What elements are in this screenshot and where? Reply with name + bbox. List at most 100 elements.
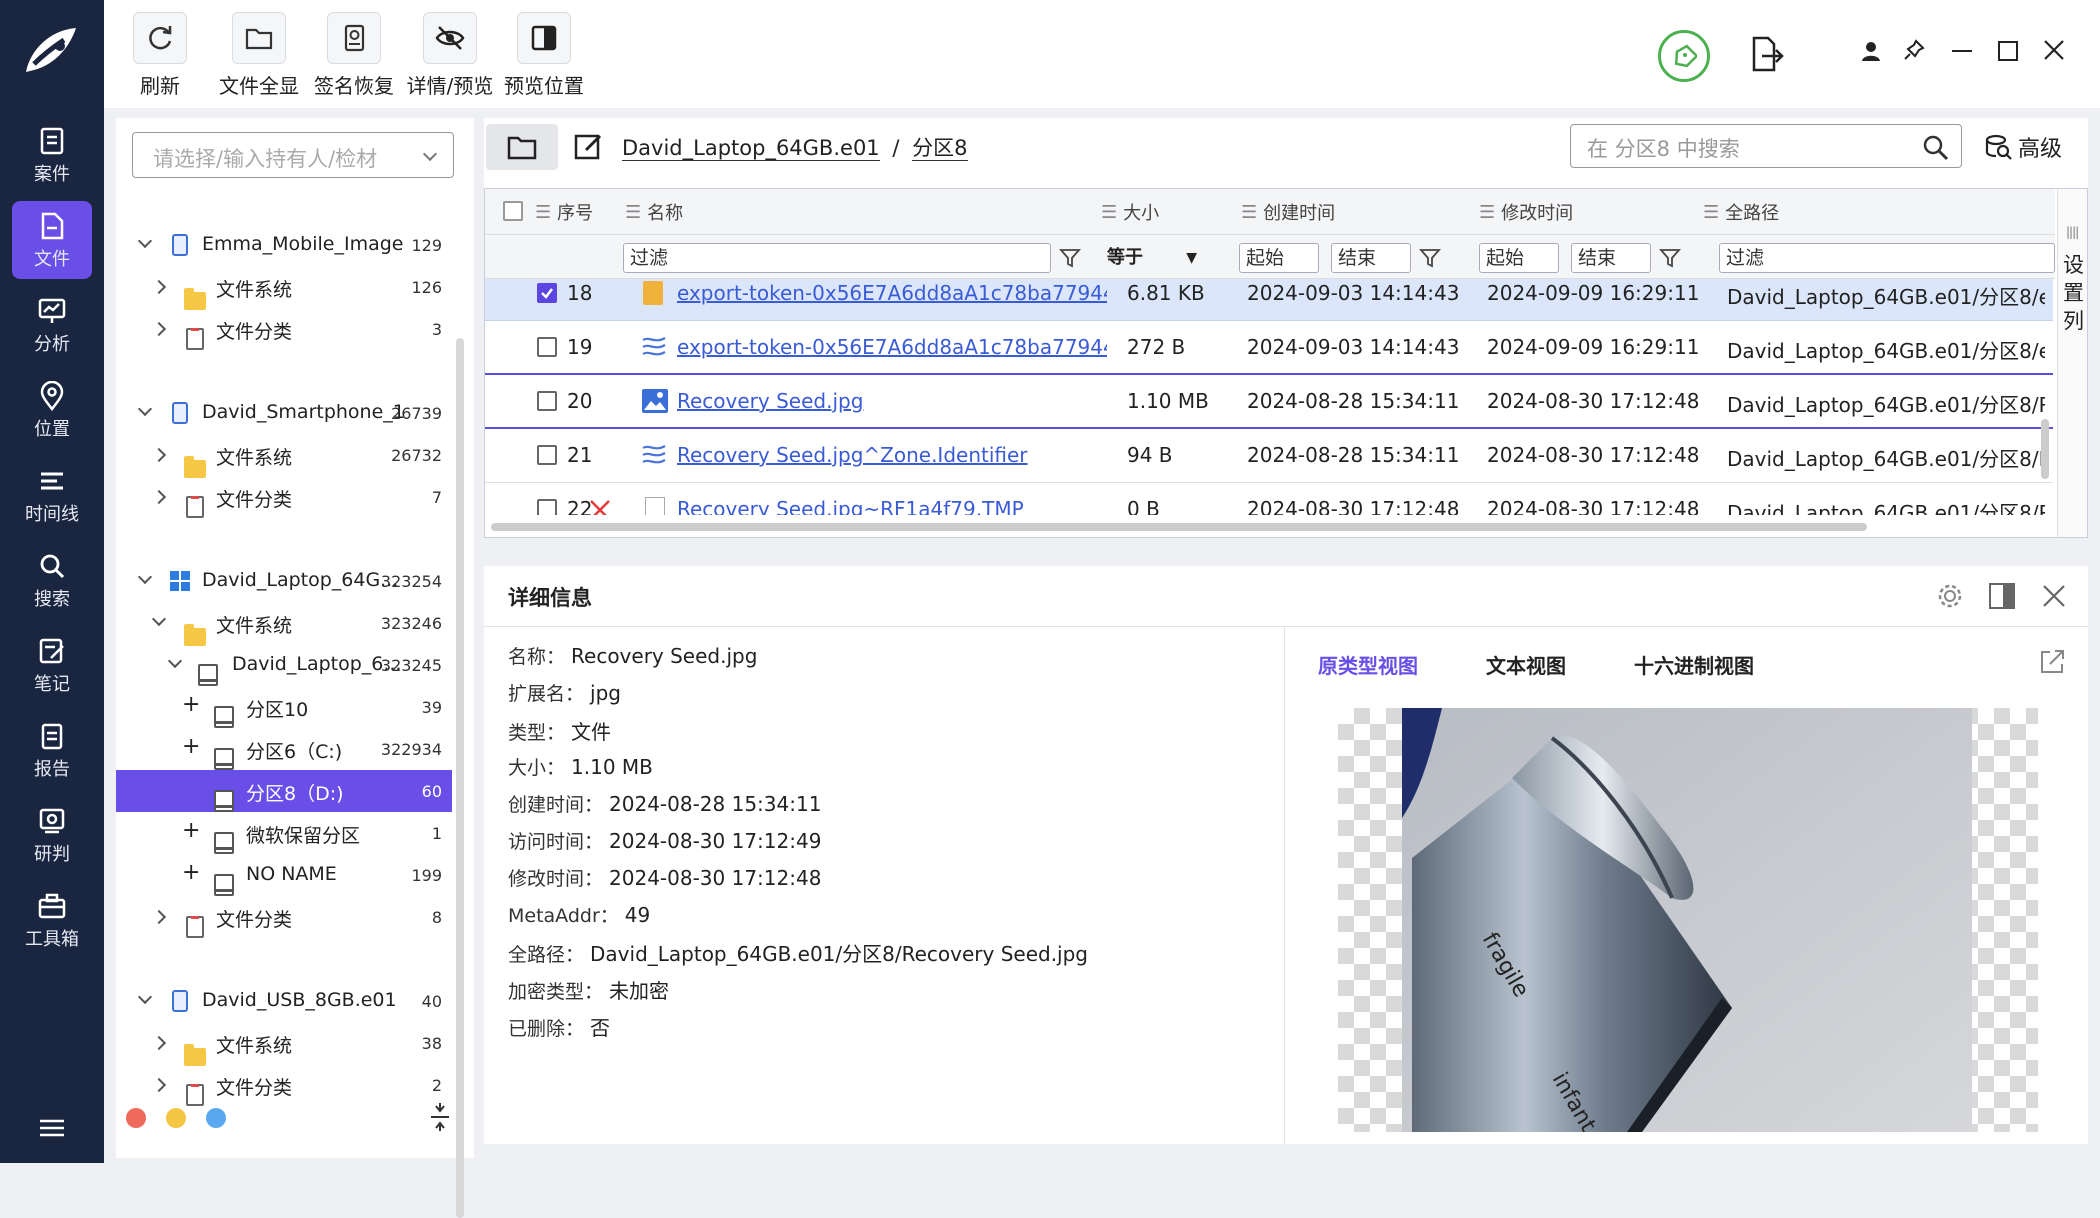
open-external-icon[interactable] <box>2038 648 2066 676</box>
timeline-icon <box>41 472 63 490</box>
tree-item-emma-mobile[interactable]: Emma_Mobile_Image 129 <box>116 224 452 266</box>
tree-item-partition10[interactable]: + 分区10 39 <box>116 686 452 728</box>
tab-native-view[interactable]: 原类型视图 <box>1318 650 1418 679</box>
user-icon[interactable] <box>1860 40 1882 62</box>
tree-item-partition6[interactable]: + 分区6（C:) 322934 <box>116 728 452 770</box>
tree-item-label: 文件系统 <box>216 1035 293 1057</box>
nav-case[interactable]: 案件 <box>12 116 92 194</box>
advanced-search-button[interactable]: 高级 <box>1984 130 2062 164</box>
row-name[interactable]: Recovery Seed.jpg^Zone.Identifier <box>677 443 1107 467</box>
created-start-input[interactable]: 起始 <box>1239 243 1319 273</box>
tree-item-partition8[interactable]: 分区8（D:) 60 <box>116 770 452 812</box>
col-header-size[interactable]: ☰ 大小 <box>1101 189 1159 235</box>
show-all-button[interactable]: 文件全显 <box>214 12 304 99</box>
tree-item-david-smartphone[interactable]: David_Smartphone_1 26739 <box>116 392 452 434</box>
nav-search[interactable]: 搜索 <box>12 541 92 619</box>
detail-split-divider[interactable] <box>1284 626 1285 1144</box>
created-end-input[interactable]: 结束 <box>1331 243 1411 273</box>
filter-icon[interactable] <box>1059 247 1081 269</box>
nav-timeline[interactable]: 时间线 <box>12 456 92 534</box>
panel-layout-icon[interactable] <box>1988 582 2016 610</box>
tree-item-david-usb[interactable]: David_USB_8GB.e01 40 <box>116 980 452 1022</box>
maximize-icon[interactable] <box>1998 41 2018 61</box>
security-shield-icon[interactable] <box>1658 30 1710 82</box>
modified-end-input[interactable]: 结束 <box>1571 243 1651 273</box>
tree-scrollbar[interactable] <box>456 338 464 1218</box>
nav-note[interactable]: 笔记 <box>12 626 92 704</box>
tree-item-filesystem[interactable]: 文件系统 26732 <box>116 434 452 478</box>
table-row[interactable]: 20 Recovery Seed.jpg 1.10 MB 2024-08-28 … <box>485 375 2053 429</box>
search-input[interactable]: 在 分区8 中搜索 <box>1570 124 1962 168</box>
col-header-index[interactable]: ☰ 序号 <box>535 189 593 235</box>
tree-item-category[interactable]: 文件分类 7 <box>116 476 452 518</box>
folder-view-button[interactable] <box>486 124 558 170</box>
close-icon[interactable] <box>2042 584 2066 608</box>
path-filter-input[interactable]: 过滤 <box>1719 243 2055 273</box>
row-name[interactable]: Recovery Seed.jpg <box>677 389 1107 413</box>
refresh-button[interactable]: 刷新 <box>132 12 188 99</box>
preview-position-button[interactable]: 预览位置 <box>499 12 589 99</box>
menu-icon[interactable] <box>38 1118 66 1138</box>
row-checkbox[interactable] <box>537 283 557 303</box>
owner-select[interactable]: 请选择/输入持有人/检材 <box>132 132 454 178</box>
horizontal-scrollbar[interactable] <box>491 523 1867 531</box>
pin-icon[interactable] <box>1902 38 1926 62</box>
sig-recover-button[interactable]: 签名恢复 <box>309 12 399 99</box>
edit-path-icon[interactable] <box>574 132 604 162</box>
close-window-icon[interactable] <box>2042 38 2066 62</box>
tab-text-view[interactable]: 文本视图 <box>1486 650 1566 679</box>
blue-dot-icon[interactable] <box>206 1108 226 1128</box>
tree-item-filesystem[interactable]: 文件系统 323246 <box>116 602 452 646</box>
name-filter-input[interactable]: 过滤 <box>623 243 1051 273</box>
detail-preview-button[interactable]: 详情/预览 <box>400 12 500 99</box>
select-all-checkbox[interactable] <box>503 201 523 221</box>
row-checkbox[interactable] <box>537 445 557 465</box>
modified-start-input[interactable]: 起始 <box>1479 243 1559 273</box>
row-name[interactable]: export-token-0x56E7A6dd8aA1c78ba77944C9 <box>677 281 1107 305</box>
tree-item-category[interactable]: 文件分类 2 <box>116 1064 452 1106</box>
filter-icon[interactable] <box>1419 247 1441 269</box>
nav-report[interactable]: 报告 <box>12 711 92 789</box>
size-operator-select[interactable]: 等于 ▼ <box>1103 243 1203 273</box>
tree-item-disk-image[interactable]: David_Laptop_6... 323245 <box>116 644 452 686</box>
vertical-scrollbar[interactable] <box>2041 419 2049 479</box>
table-row[interactable]: 18 export-token-0x56E7A6dd8aA1c78ba77944… <box>485 279 2053 321</box>
nav-analysis[interactable]: 分析 <box>12 286 92 364</box>
col-header-modified[interactable]: ☰ 修改时间 <box>1479 189 1573 235</box>
tree-item-label: David_Laptop_6... <box>232 653 402 675</box>
yellow-dot-icon[interactable] <box>166 1108 186 1128</box>
tree-item-category[interactable]: 文件分类 8 <box>116 896 452 938</box>
row-name[interactable]: export-token-0x56E7A6dd8aA1c78ba77944C9 <box>677 335 1107 359</box>
table-row[interactable]: 21 Recovery Seed.jpg^Zone.Identifier 94 … <box>485 429 2053 483</box>
table-row[interactable]: 19 export-token-0x56E7A6dd8aA1c78ba77944… <box>485 321 2053 375</box>
tree-item-filesystem[interactable]: 文件系统 38 <box>116 1022 452 1066</box>
col-header-created[interactable]: ☰ 创建时间 <box>1241 189 1335 235</box>
tab-hex-view[interactable]: 十六进制视图 <box>1634 650 1754 679</box>
nav-judge[interactable]: 研判 <box>12 796 92 874</box>
breadcrumb-current[interactable]: 分区8 <box>912 136 968 161</box>
row-checkbox[interactable] <box>537 337 557 357</box>
tree-item-msr-partition[interactable]: + 微软保留分区 1 <box>116 812 452 854</box>
column-settings-button[interactable]: |||| 设置列 <box>2057 189 2087 537</box>
nav-toolbox[interactable]: 工具箱 <box>12 881 92 959</box>
breadcrumb-root[interactable]: David_Laptop_64GB.e01 <box>622 136 880 161</box>
minimize-icon[interactable] <box>1952 50 1972 52</box>
col-header-path[interactable]: ☰ 全路径 <box>1703 189 1779 235</box>
table-row[interactable]: 22 Recovery Seed.jpg~RF1a4f79.TMP 0 B 20… <box>485 483 2053 515</box>
filter-icon[interactable] <box>1659 247 1681 269</box>
row-checkbox[interactable] <box>537 391 557 411</box>
row-name[interactable]: Recovery Seed.jpg~RF1a4f79.TMP <box>677 497 1107 515</box>
export-file-icon[interactable] <box>1750 36 1784 72</box>
red-dot-icon[interactable] <box>126 1108 146 1128</box>
tree-item-no-name[interactable]: + NO NAME 199 <box>116 854 452 896</box>
gear-icon[interactable] <box>1936 582 1964 610</box>
tree-item-category[interactable]: 文件分类 3 <box>116 308 452 350</box>
tree-item-david-laptop[interactable]: David_Laptop_64G... 323254 <box>116 560 452 602</box>
location-icon <box>40 381 64 411</box>
nav-file[interactable]: 文件 <box>12 201 92 279</box>
nav-location[interactable]: 位置 <box>12 371 92 449</box>
col-header-name[interactable]: ☰ 名称 <box>625 189 683 235</box>
collapse-all-icon[interactable] <box>428 1102 452 1132</box>
tree-item-filesystem[interactable]: 文件系统 126 <box>116 266 452 310</box>
row-checkbox[interactable] <box>537 499 557 515</box>
